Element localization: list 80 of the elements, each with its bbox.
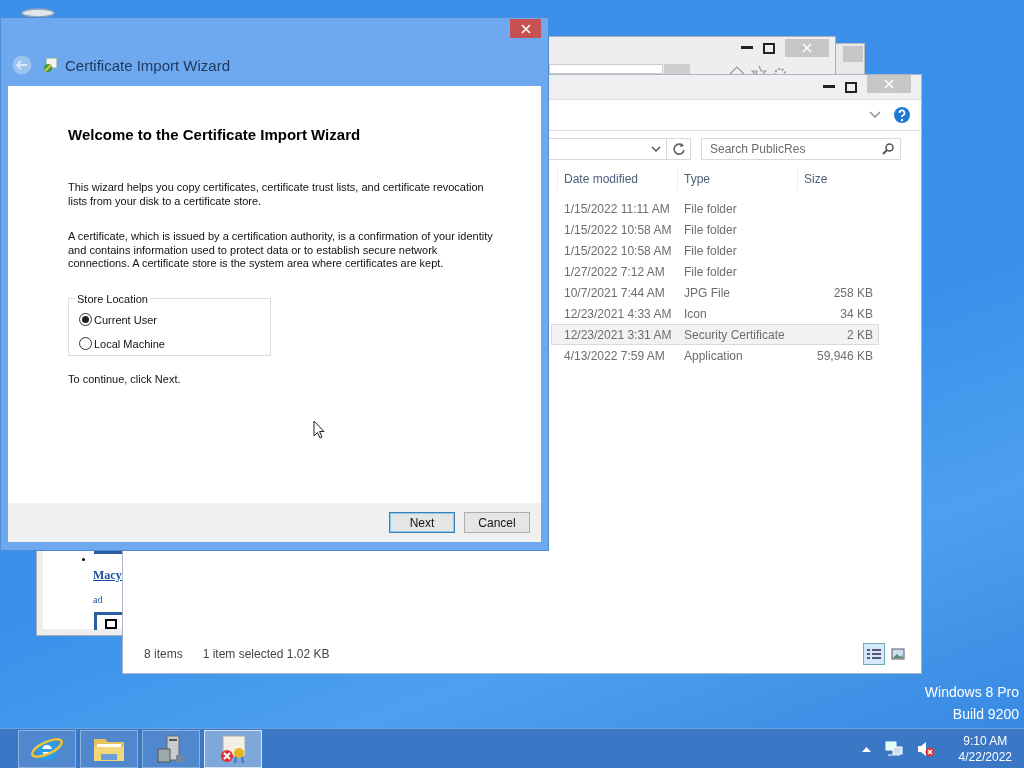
clock-time: 9:10 AM	[963, 732, 1008, 749]
maximize-icon[interactable]	[845, 81, 857, 93]
file-row[interactable]: 1/27/2022 7:12 AM File folder	[551, 261, 879, 282]
chevron-down-icon[interactable]	[869, 111, 881, 119]
type-cell-text: Security Certificate	[683, 327, 786, 342]
window-title: Certificate Import Wizard	[65, 56, 231, 74]
close-button[interactable]	[510, 19, 541, 38]
close-icon	[802, 43, 812, 53]
network-icon[interactable]	[884, 740, 903, 757]
hint-text: To continue, click Next.	[68, 372, 182, 385]
file-row[interactable]: 1/15/2022 10:58 AM File folder	[551, 219, 879, 240]
item-count: 8 items	[144, 647, 183, 661]
maximize-icon[interactable]	[763, 42, 775, 54]
clock[interactable]: 9:10 AM 4/22/2022	[958, 732, 1012, 765]
certificate-app-button[interactable]	[204, 729, 262, 768]
store-link[interactable]: Macy'	[93, 568, 125, 583]
date-cell-text: 1/15/2022 11:11 AM	[563, 201, 671, 216]
column-header[interactable]: Size	[797, 168, 875, 190]
type-cell-text: Application	[683, 348, 744, 363]
date-cell-text: 10/7/2021 7:44 AM	[563, 285, 666, 300]
build-label: Build 9200	[952, 706, 1019, 722]
file-row[interactable]: 12/23/2021 4:33 AM Icon 34 KB	[551, 303, 879, 324]
edition-label: Windows 8 Pro	[924, 684, 1019, 700]
column-header[interactable]: Type	[677, 168, 797, 190]
close-icon	[520, 23, 531, 34]
refresh-icon	[671, 142, 686, 156]
date-cell-text: 12/23/2021 3:31 AM	[563, 327, 673, 342]
type-cell-text: File folder	[683, 201, 738, 216]
speaker-muted-icon[interactable]	[916, 740, 935, 757]
cursor-icon	[313, 420, 325, 439]
date-cell-text: 1/27/2022 7:12 AM	[563, 264, 666, 279]
type-cell-text: JPG File	[683, 285, 731, 300]
radio-label[interactable]: Current User	[94, 313, 157, 326]
type-cell-text: File folder	[683, 222, 738, 237]
date-cell-text: 1/15/2022 10:58 AM	[563, 222, 673, 237]
next-button[interactable]: Next	[389, 512, 455, 533]
file-row[interactable]: 12/23/2021 3:31 AM Security Certificate 2 KB	[551, 324, 879, 345]
server-app-button[interactable]	[142, 729, 200, 768]
radio-label[interactable]: Local Machine	[94, 337, 165, 350]
file-row[interactable]: 1/15/2022 11:11 AM File folder	[551, 198, 879, 219]
minimize-icon[interactable]	[823, 85, 835, 89]
search-icon[interactable]	[882, 143, 894, 155]
home-icon[interactable]	[729, 65, 745, 75]
dropdown-icon[interactable]	[651, 145, 661, 153]
ad-label: ad	[93, 594, 103, 605]
selection-info: 1 item selected 1.02 KB	[202, 647, 330, 661]
file-row[interactable]: 10/7/2021 7:44 AM JPG File 258 KB	[551, 282, 879, 303]
minimize-icon[interactable]	[741, 46, 753, 50]
wizard-heading: Welcome to the Certificate Import Wizard	[68, 126, 362, 143]
file-row[interactable]: 1/15/2022 10:58 AM File folder	[551, 240, 879, 261]
type-cell-text: File folder	[683, 243, 738, 258]
browser-app-button[interactable]	[18, 729, 76, 768]
type-cell-text: File folder	[683, 264, 738, 279]
details-view-button[interactable]	[863, 643, 885, 665]
search-field[interactable]: Search PublicRes	[701, 138, 901, 160]
date-cell-text: 12/23/2021 4:33 AM	[563, 306, 673, 321]
column-header[interactable]: Date modified	[557, 168, 677, 190]
group-label: Store Location	[76, 292, 149, 305]
date-cell-text: 4/13/2022 7:59 AM	[563, 348, 666, 363]
certificate-icon	[42, 57, 58, 73]
cancel-button[interactable]: Cancel	[464, 512, 530, 533]
clock-date: 4/22/2022	[958, 748, 1012, 765]
folder-app-button[interactable]	[80, 729, 138, 768]
size-cell-text: 2 KB	[846, 327, 874, 342]
size-cell-text: 59,946 KB	[815, 348, 874, 363]
description-text: A certificate, which is issued by a certification authority, is a confirmation of your identity and contains information used to protect data or to establish secure network connections. A certificate store is the system area where certificates are kept.	[68, 230, 494, 271]
type-cell-text: Icon	[683, 306, 708, 321]
help-icon[interactable]	[893, 106, 911, 124]
show-hidden-icons[interactable]	[861, 745, 871, 752]
refresh-button[interactable]	[667, 138, 691, 160]
close-icon	[884, 79, 894, 89]
recycle-bin-icon[interactable]	[20, 7, 56, 19]
file-row[interactable]: 4/13/2022 7:59 AM Application 59,946 KB	[551, 345, 879, 366]
size-cell-text: 34 KB	[839, 306, 874, 321]
details-list-icon	[866, 647, 882, 661]
size-cell-text: 258 KB	[832, 285, 874, 300]
description-text: This wizard helps you copy certificates, certificate trust lists, and certificate revocation lists from your disk to a certificate store.	[68, 181, 485, 208]
image-icon	[891, 648, 905, 660]
bullet-dot	[82, 558, 85, 561]
date-cell-text: 1/15/2022 10:58 AM	[563, 243, 673, 258]
